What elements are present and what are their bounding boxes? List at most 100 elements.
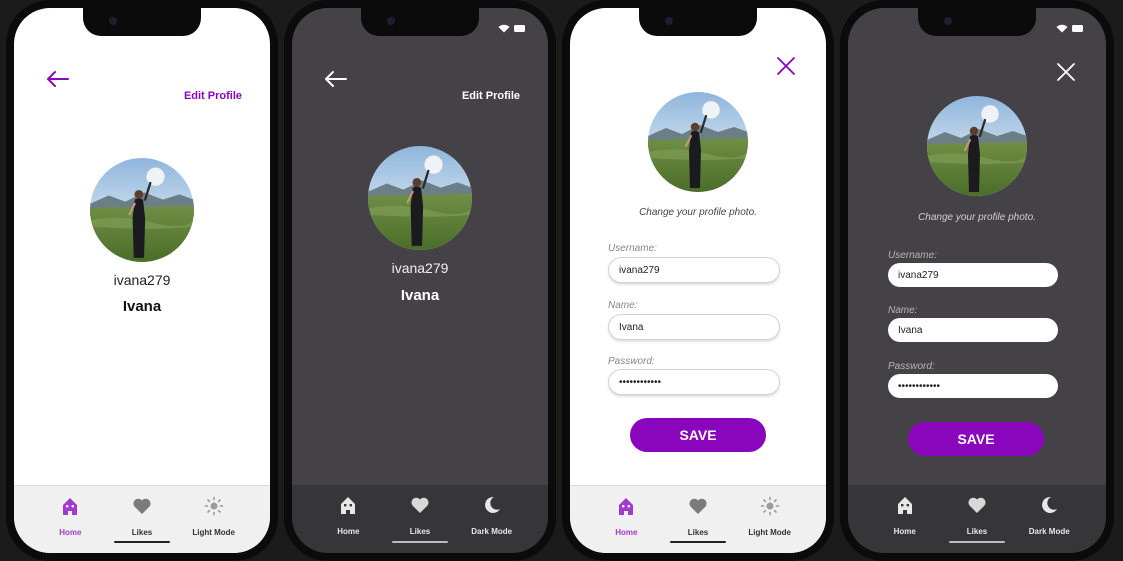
home-icon [63,498,78,515]
profile-photo [927,96,1027,196]
edit-profile-link[interactable]: Edit Profile [462,90,520,102]
avatar[interactable] [927,96,1027,196]
name-label: Name: [888,305,918,316]
nav-label-likes: Likes [409,527,431,536]
profile-photo [648,92,748,192]
home-indicator [114,541,170,543]
username-label: Username: [608,243,657,254]
name-field[interactable] [608,314,780,340]
screen-profile-dark: Edit Profile ivana279 Ivana Home Likes D… [292,8,548,553]
password-field[interactable] [608,369,780,395]
phone-edit-dark: Change your profile photo. Username: Nam… [840,0,1114,561]
bottom-nav: Home Likes Dark Mode [848,485,1106,553]
edit-profile-link[interactable]: Edit Profile [184,90,242,102]
nav-label-theme: Light Mode [748,528,791,537]
change-photo-link[interactable]: Change your profile photo. [848,212,1106,223]
home-indicator [670,541,726,543]
arrow-left-icon [325,71,347,87]
nav-item-home[interactable]: Home [30,496,110,540]
profile-photo [90,158,194,262]
nav-label-likes: Likes [131,528,153,537]
arrow-left-icon [47,71,69,87]
password-label: Password: [608,356,655,367]
notch [918,8,1036,36]
nav-item-home[interactable]: Home [865,495,945,539]
battery-icon [1072,25,1083,32]
moon-icon [484,496,500,513]
name-text: Ivana [400,287,440,304]
bottom-nav: Home Likes Light Mode [570,485,826,553]
camera-dot [665,17,673,25]
name-text: Ivana [122,298,162,315]
home-icon [341,497,356,514]
wifi-icon [498,24,510,33]
nav-item-likes[interactable]: Likes [380,495,460,539]
status-bar [1056,24,1084,33]
save-button[interactable]: SAVE [908,422,1044,456]
avatar[interactable] [368,146,472,250]
nav-item-home[interactable]: Home [308,495,388,539]
nav-label-theme: Dark Mode [471,527,513,536]
notch [361,8,479,36]
nav-label-theme: Dark Mode [1028,527,1070,536]
password-label: Password: [888,361,935,372]
close-icon [1057,63,1075,81]
screen-edit-dark: Change your profile photo. Username: Nam… [848,8,1106,553]
notch [83,8,201,36]
close-button[interactable] [772,52,800,80]
sun-icon [204,496,223,516]
notch [639,8,757,36]
back-button[interactable] [320,64,350,94]
phone-profile-dark: Edit Profile ivana279 Ivana Home Likes D… [284,0,556,561]
battery-icon [514,25,525,32]
home-icon [619,498,634,515]
username-text: ivana279 [391,260,449,276]
heart-icon [968,497,986,513]
phone-edit-light: Change your profile photo. Username: Nam… [562,0,834,561]
home-indicator [392,541,448,543]
nav-item-theme[interactable]: Dark Mode [1009,495,1089,539]
nav-item-likes[interactable]: Likes [937,495,1017,539]
camera-dot [387,17,395,25]
username-text: ivana279 [113,272,171,288]
avatar[interactable] [648,92,748,192]
name-label: Name: [608,300,638,311]
avatar[interactable] [90,158,194,262]
password-field[interactable] [888,374,1058,398]
heart-icon [689,498,707,514]
nav-item-home[interactable]: Home [586,496,666,540]
nav-label-home: Home [337,527,360,536]
nav-item-theme[interactable]: Light Mode [730,496,810,540]
home-icon [897,497,912,514]
nav-item-theme[interactable]: Light Mode [174,496,254,540]
nav-label-home: Home [59,528,82,537]
username-field[interactable] [608,257,780,283]
nav-label-home: Home [615,528,638,537]
home-indicator [949,541,1005,543]
nav-item-likes[interactable]: Likes [658,496,738,540]
phone-profile-light: Edit Profile ivana279 Ivana Home Likes L… [6,0,278,561]
close-icon [777,57,795,75]
bottom-nav: Home Likes Dark Mode [292,485,548,553]
status-bar [498,24,526,33]
wifi-icon [1056,24,1068,33]
name-field[interactable] [888,318,1058,342]
sun-icon [760,496,779,516]
nav-label-home: Home [893,527,916,536]
nav-item-likes[interactable]: Likes [102,496,182,540]
camera-dot [944,17,952,25]
nav-item-theme[interactable]: Dark Mode [452,495,532,539]
nav-label-likes: Likes [966,527,988,536]
username-field[interactable] [888,263,1058,287]
heart-icon [411,497,429,513]
moon-icon [1042,496,1058,513]
screen-profile-light: Edit Profile ivana279 Ivana Home Likes L… [14,8,270,553]
nav-label-likes: Likes [687,528,709,537]
nav-label-theme: Light Mode [192,528,235,537]
close-button[interactable] [1052,58,1080,86]
back-button[interactable] [42,64,72,94]
save-button[interactable]: SAVE [630,418,766,452]
heart-icon [133,498,151,514]
change-photo-link[interactable]: Change your profile photo. [570,207,826,218]
camera-dot [109,17,117,25]
